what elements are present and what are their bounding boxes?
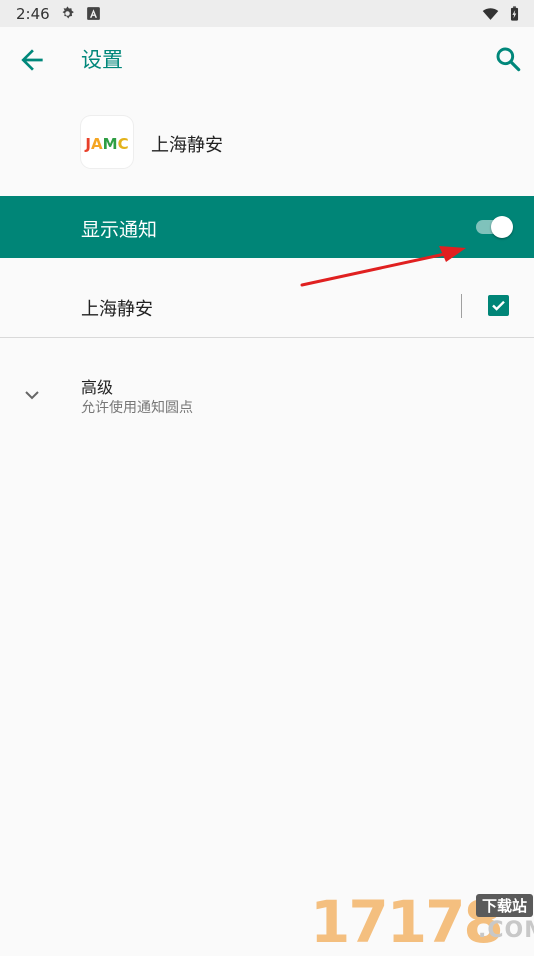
switch-thumb: [491, 216, 513, 238]
app-header: JAMC 上海静安: [0, 106, 534, 178]
app-bar: 设置: [0, 27, 534, 91]
channel-checkbox[interactable]: [488, 295, 509, 316]
show-notifications-row[interactable]: 显示通知: [0, 196, 534, 258]
chevron-down-icon: [25, 391, 39, 400]
advanced-row[interactable]: 高级 允许使用通知圆点: [0, 355, 534, 429]
search-icon[interactable]: [492, 43, 524, 75]
accessibility-a-icon: [87, 7, 100, 20]
show-notifications-label: 显示通知: [81, 219, 158, 241]
advanced-subtitle: 允许使用通知圆点: [81, 400, 193, 416]
wifi-icon: [482, 8, 499, 20]
status-time: 2:46: [16, 5, 50, 23]
watermark-top: 下载站: [476, 894, 534, 917]
watermark-logo: 17178 下载站 .COM: [310, 884, 534, 956]
vertical-divider: [461, 294, 462, 318]
app-logo: JAMC: [81, 116, 133, 168]
app-name: 上海静安: [151, 135, 223, 156]
page-title: 设置: [81, 48, 123, 72]
check-icon: [492, 300, 505, 311]
channel-label: 上海静安: [81, 299, 153, 320]
status-bar: 2:46: [0, 0, 534, 27]
show-notifications-switch[interactable]: [474, 215, 514, 239]
channel-row[interactable]: 上海静安: [0, 258, 534, 338]
svg-text:JAMC: JAMC: [84, 135, 128, 153]
app-logo-icon: JAMC: [84, 135, 128, 153]
watermark-com: .COM: [478, 918, 534, 943]
settings-gear-icon: [62, 6, 74, 19]
advanced-title: 高级: [81, 378, 114, 397]
arrow-back-icon[interactable]: [16, 44, 48, 76]
watermark-digits: 17178: [310, 888, 504, 956]
battery-icon: [510, 6, 519, 21]
